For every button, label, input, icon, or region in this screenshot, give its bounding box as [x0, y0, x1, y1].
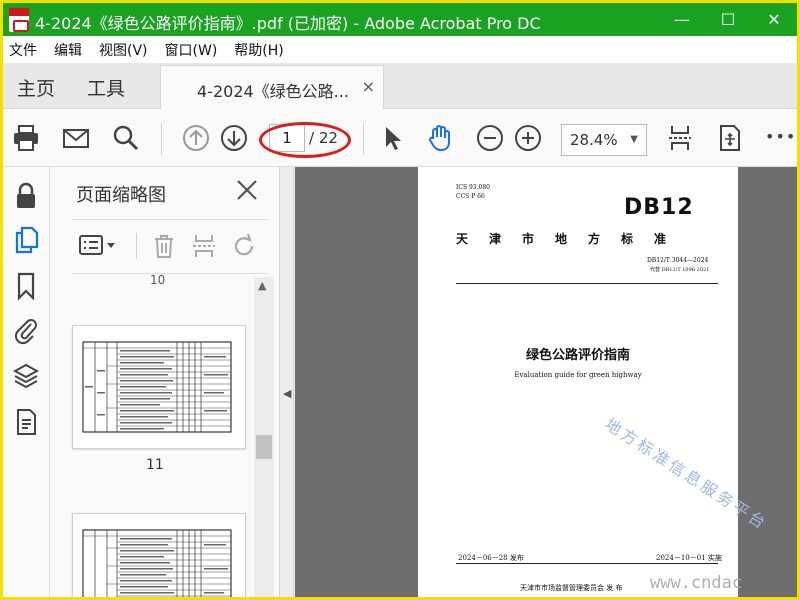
- thumbnail-table-preview: [82, 529, 232, 597]
- rotate-page-icon[interactable]: [230, 232, 258, 260]
- site-watermark: www.cndac: [650, 573, 743, 593]
- select-cursor-icon[interactable]: [377, 123, 407, 153]
- document-icon[interactable]: [13, 407, 39, 437]
- navigation-rail: [3, 167, 50, 597]
- extract-page-icon[interactable]: [190, 232, 218, 260]
- ics-code: ICS 93.080 CCS P 66: [456, 183, 490, 201]
- ccs-line: CCS P 66: [456, 193, 485, 200]
- thumbnail-page-number: 10: [150, 273, 166, 287]
- page-down-icon[interactable]: [219, 123, 249, 153]
- panel-title: 页面缩略图: [76, 185, 166, 206]
- collapse-panel-icon[interactable]: ◀: [283, 387, 291, 400]
- minimize-button[interactable]: —: [659, 3, 705, 36]
- thumbnail-toolbar: [72, 227, 268, 265]
- watermark-text: 地方标准信息服务平台: [601, 414, 772, 534]
- pages-icon[interactable]: [13, 225, 39, 255]
- window-controls: — ☐ ✕: [659, 3, 797, 36]
- layers-icon[interactable]: [13, 361, 39, 391]
- thumbnail-table-preview: [82, 341, 232, 433]
- more-tools-button[interactable]: •••: [765, 127, 796, 146]
- toolbar-separator: [161, 123, 162, 155]
- standard-replaces: 代替 DB12/T 1096-2021: [650, 267, 710, 273]
- toolbar-separator: [136, 233, 137, 259]
- menu-help[interactable]: 帮助(H): [234, 40, 283, 60]
- issue-date: 2024－06－28 发布: [458, 554, 524, 562]
- tab-document[interactable]: 4-2024《绿色公路... ×: [160, 65, 384, 109]
- document-view[interactable]: ICS 93.080 CCS P 66 DB12 天津市地方标准 DB12/T …: [295, 167, 797, 597]
- footer-rule: [456, 563, 718, 564]
- scroll-mode-icon[interactable]: [715, 123, 745, 153]
- search-icon[interactable]: [111, 123, 141, 153]
- page-thumbnail[interactable]: [72, 325, 246, 449]
- chevron-down-icon: ▼: [630, 134, 638, 145]
- menu-window[interactable]: 窗口(W): [165, 40, 218, 60]
- delete-page-icon[interactable]: [150, 232, 178, 260]
- acrobat-app-icon: [9, 8, 29, 32]
- divider: [72, 273, 268, 274]
- tab-home[interactable]: 主页: [17, 74, 55, 101]
- panel-splitter[interactable]: ◀: [280, 167, 294, 597]
- maximize-button[interactable]: ☐: [705, 3, 751, 36]
- menu-bar: 文件 编辑 视图(V) 窗口(W) 帮助(H): [3, 36, 797, 63]
- bookmark-icon[interactable]: [13, 271, 39, 301]
- zoom-level-select[interactable]: 28.4% ▼: [561, 124, 647, 156]
- main-toolbar: 1 / 22 28.4% ▼ •••: [3, 109, 797, 167]
- scroll-up-arrow[interactable]: ▲: [258, 279, 266, 292]
- lock-icon[interactable]: [13, 181, 39, 211]
- close-tab-icon[interactable]: ×: [362, 77, 375, 96]
- implementation-date: 2024－10－01 实施: [656, 554, 722, 562]
- zoom-value: 28.4%: [570, 131, 618, 149]
- pdf-page: ICS 93.080 CCS P 66 DB12 天津市地方标准 DB12/T …: [418, 167, 771, 597]
- document-tab-label: 4-2024《绿色公路...: [197, 82, 349, 101]
- app-frame: 4-2024《绿色公路评价指南》.pdf (已加密) - Adobe Acrob…: [3, 3, 797, 597]
- tab-bar: 主页 工具 4-2024《绿色公路... ×: [3, 63, 797, 109]
- page-up-icon[interactable]: [181, 123, 211, 153]
- red-highlight-oval: [259, 122, 351, 158]
- window-title: 4-2024《绿色公路评价指南》.pdf (已加密) - Adobe Acrob…: [35, 14, 541, 33]
- scrollbar-thumb[interactable]: [256, 435, 272, 459]
- email-icon[interactable]: [61, 123, 91, 153]
- options-menu-icon[interactable]: [78, 233, 118, 259]
- close-window-button[interactable]: ✕: [751, 3, 797, 36]
- page-thumbnail[interactable]: [72, 513, 246, 597]
- toolbar-separator: [363, 123, 364, 155]
- menu-file[interactable]: 文件: [9, 40, 37, 60]
- hand-tool-icon[interactable]: [425, 123, 455, 153]
- standard-number: DB12/T 3044—2024: [647, 257, 709, 264]
- standard-category-title: 天津市地方标准: [456, 232, 688, 246]
- thumbnail-scrollbar[interactable]: ▲: [254, 277, 274, 597]
- page-thumbnails-panel: 页面缩略图 10 11 ▲: [50, 167, 280, 597]
- zoom-out-icon[interactable]: [475, 123, 505, 153]
- zoom-in-icon[interactable]: [513, 123, 543, 153]
- menu-edit[interactable]: 编辑: [54, 40, 82, 60]
- print-icon[interactable]: [11, 123, 41, 153]
- title-bar: 4-2024《绿色公路评价指南》.pdf (已加密) - Adobe Acrob…: [3, 3, 797, 36]
- menu-view[interactable]: 视图(V): [99, 40, 148, 60]
- thumbnail-page-label: 11: [146, 457, 164, 473]
- issuing-authority: 天津市市场监督管理委员会 发 布: [520, 584, 623, 592]
- close-icon[interactable]: [234, 177, 260, 203]
- divider: [72, 219, 268, 220]
- standard-logo: DB12: [624, 195, 694, 220]
- document-subtitle: Evaluation guide for green highway: [514, 371, 642, 379]
- attachment-icon[interactable]: [13, 315, 39, 345]
- document-title: 绿色公路评价指南: [525, 348, 630, 363]
- tab-tools[interactable]: 工具: [87, 74, 125, 101]
- header-rule: [456, 283, 718, 284]
- ics-line: ICS 93.080: [456, 184, 490, 191]
- fit-page-icon[interactable]: [665, 123, 695, 153]
